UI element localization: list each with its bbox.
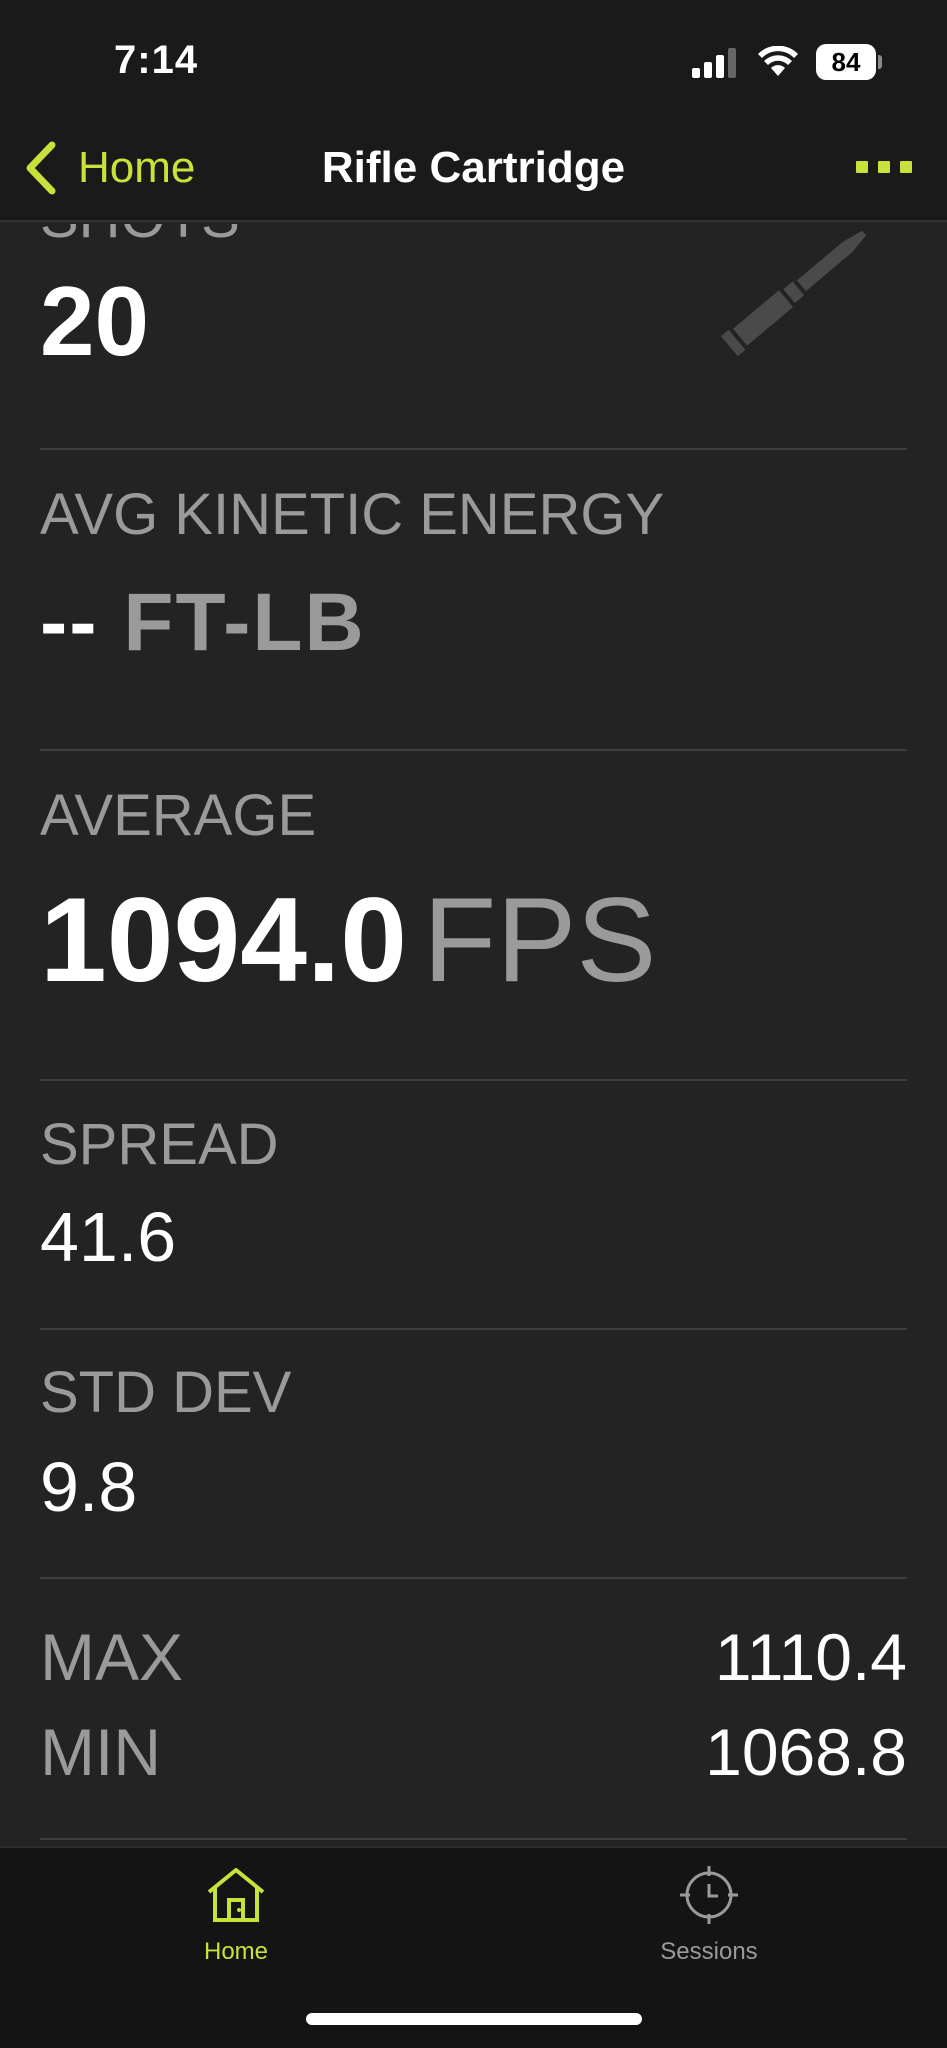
wifi-icon <box>758 46 798 76</box>
battery-icon: 84 <box>816 44 882 80</box>
spread-label: SPREAD <box>40 1112 279 1177</box>
kinetic-energy-label: AVG KINETIC ENERGY <box>40 482 665 547</box>
divider <box>40 1079 907 1081</box>
divider <box>40 1328 907 1330</box>
divider <box>40 749 907 751</box>
back-button[interactable]: Home <box>20 138 195 198</box>
shots-value: 20 <box>40 266 150 376</box>
tab-sessions[interactable]: Sessions <box>609 1862 809 1966</box>
ellipsis-icon <box>856 161 868 173</box>
back-label: Home <box>78 143 196 192</box>
max-label: MAX <box>40 1620 184 1694</box>
stats-scroll-view[interactable]: SHOTS 20 AVG KINETIC ENERGY -- FT-LB AVE… <box>0 224 947 1846</box>
tab-home-label: Home <box>203 1938 269 1965</box>
average-value: 1094.0 FPS <box>40 880 656 1000</box>
battery-level: 84 <box>816 44 876 80</box>
more-options-button[interactable] <box>856 161 912 175</box>
min-label: MIN <box>40 1715 161 1789</box>
chevron-left-icon <box>26 141 56 195</box>
max-value: 1110.4 <box>714 1620 907 1694</box>
average-label: AVERAGE <box>40 783 317 848</box>
divider <box>40 1577 907 1579</box>
std-dev-label: STD DEV <box>40 1360 292 1425</box>
divider <box>40 1838 907 1840</box>
status-bar: 7:14 84 <box>0 0 947 125</box>
shots-label: SHOTS <box>40 224 240 251</box>
cellular-signal-icon <box>692 48 736 78</box>
average-unit: FPS <box>423 873 657 1007</box>
kinetic-energy-number: -- <box>40 577 99 668</box>
divider <box>40 448 907 450</box>
house-icon <box>207 1868 265 1922</box>
min-row: MIN 1068.8 <box>40 1717 907 1787</box>
navigation-bar: Rifle Cartridge Home <box>0 125 947 222</box>
std-dev-value: 9.8 <box>40 1448 138 1526</box>
tab-sessions-label: Sessions <box>660 1938 758 1965</box>
cartridge-icon <box>721 230 867 357</box>
home-indicator[interactable] <box>306 2013 642 2025</box>
spread-value: 41.6 <box>40 1198 177 1276</box>
min-value: 1068.8 <box>705 1715 907 1789</box>
status-time: 7:14 <box>114 38 199 82</box>
kinetic-energy-unit: FT-LB <box>123 577 366 668</box>
average-number: 1094.0 <box>40 873 408 1007</box>
crosshair-clock-icon <box>680 1866 738 1924</box>
tab-home[interactable]: Home <box>136 1862 336 1966</box>
max-row: MAX 1110.4 <box>40 1622 907 1692</box>
kinetic-energy-value: -- FT-LB <box>40 582 366 664</box>
